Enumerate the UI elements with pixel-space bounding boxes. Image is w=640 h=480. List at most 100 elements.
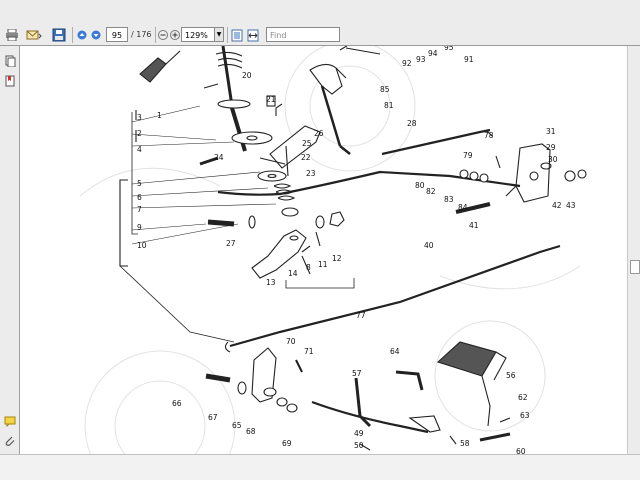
attachments-icon (5, 436, 15, 446)
part-label: 28 (407, 119, 417, 128)
part-label: 14 (288, 269, 298, 278)
part-label: 79 (463, 151, 473, 160)
part-label: 94 (428, 49, 438, 58)
zoom-input[interactable]: 129% (181, 27, 215, 42)
part-label: 84 (458, 203, 468, 212)
part-label: 93 (416, 55, 426, 64)
part-label: 91 (464, 55, 474, 64)
part-label: 7 (137, 205, 142, 214)
previous-page-icon (77, 30, 87, 40)
part-label: 95 (444, 46, 454, 52)
part-label: 77 (356, 311, 366, 320)
part-label: 71 (304, 347, 314, 356)
bookmarks-icon (5, 75, 15, 87)
part-label: 64 (390, 347, 400, 356)
part-label: 24 (214, 153, 224, 162)
part-label: 5 (137, 179, 142, 188)
part-label: 67 (208, 413, 218, 422)
pages-panel-button[interactable] (4, 52, 16, 68)
part-label: 2 (137, 129, 142, 138)
part-label: 1 (157, 111, 162, 120)
part-label: 68 (246, 427, 256, 436)
save-button[interactable] (50, 27, 68, 43)
part-label: 65 (232, 421, 242, 430)
part-label: 58 (460, 439, 470, 448)
part-label: 82 (426, 187, 436, 196)
print-button[interactable] (4, 27, 20, 43)
part-label: 6 (137, 193, 142, 202)
find-input[interactable]: Find (266, 27, 340, 42)
part-label: 9 (137, 223, 142, 232)
part-label: 31 (546, 127, 556, 136)
part-label: 11 (318, 260, 328, 269)
part-label: 40 (424, 241, 434, 250)
part-label: 57 (352, 369, 362, 378)
part-label: 92 (402, 59, 412, 68)
part-label: 60 (516, 447, 526, 454)
fit-width-button[interactable] (246, 27, 260, 43)
zoom-out-button[interactable] (157, 27, 168, 43)
part-label: 83 (444, 195, 454, 204)
part-label: 21 (266, 95, 276, 104)
part-label: 81 (384, 101, 394, 110)
previous-page-button[interactable] (76, 27, 88, 43)
part-label: 30 (548, 155, 558, 164)
next-page-icon (91, 30, 101, 40)
part-label: 27 (226, 239, 236, 248)
part-label: 66 (172, 399, 182, 408)
part-label: 69 (282, 439, 292, 448)
part-label: 78 (484, 131, 494, 140)
part-label: 25 (302, 139, 312, 148)
attachments-panel-button[interactable] (4, 432, 16, 446)
email-icon (26, 30, 42, 40)
part-label: 49 (354, 429, 364, 438)
bookmarks-panel-button[interactable] (4, 72, 16, 87)
part-label: 62 (518, 393, 528, 402)
print-icon (6, 29, 18, 41)
fit-page-button[interactable] (230, 27, 244, 43)
part-label: 26 (314, 129, 324, 138)
part-label: 10 (137, 241, 147, 250)
fit-page-icon (231, 29, 243, 41)
save-icon (52, 28, 66, 42)
toolbar-separator (72, 27, 73, 43)
chevron-down-icon: ▼ (216, 31, 222, 38)
part-label: 80 (415, 181, 425, 190)
fit-width-icon (247, 29, 259, 41)
part-label: 4 (137, 145, 142, 154)
part-label: 12 (332, 254, 342, 263)
part-label: 43 (566, 201, 576, 210)
part-label: 63 (520, 411, 530, 420)
part-label: 85 (380, 85, 390, 94)
zoom-out-icon (157, 30, 168, 40)
bottom-status-bar (0, 454, 640, 480)
vertical-scrollbar[interactable] (627, 46, 640, 454)
comments-icon (4, 416, 16, 428)
page-number-input[interactable]: 95 (106, 27, 128, 42)
next-page-button[interactable] (90, 27, 102, 43)
navigation-sidebar (0, 46, 20, 454)
page-total: / 176 (131, 30, 152, 39)
toolbar-separator (227, 27, 228, 43)
email-button[interactable] (24, 27, 44, 43)
part-label: 56 (506, 371, 516, 380)
part-label: 23 (306, 169, 316, 178)
parts-diagram: 1 2 3 4 5 6 7 8 9 10 11 12 13 14 20 21 2… (79, 46, 587, 454)
part-label: 50 (354, 441, 364, 450)
document-page: 1 2 3 4 5 6 7 8 9 10 11 12 13 14 20 21 2… (20, 46, 627, 454)
toolbar: 95 / 176 129% ▼ Find (0, 0, 640, 46)
pages-icon (5, 55, 16, 68)
scrollbar-thumb[interactable] (630, 260, 640, 274)
part-label: 8 (306, 263, 311, 272)
zoom-in-button[interactable] (169, 27, 180, 43)
comments-panel-button[interactable] (4, 412, 16, 428)
zoom-in-icon (169, 30, 180, 40)
part-label: 42 (552, 201, 562, 210)
part-label: 22 (301, 153, 311, 162)
background-ghost-drawing (79, 46, 581, 454)
part-label: 20 (242, 71, 252, 80)
part-label: 41 (469, 221, 479, 230)
part-label: 70 (286, 337, 296, 346)
zoom-dropdown-button[interactable]: ▼ (215, 27, 224, 42)
drawing-lines (119, 46, 587, 451)
